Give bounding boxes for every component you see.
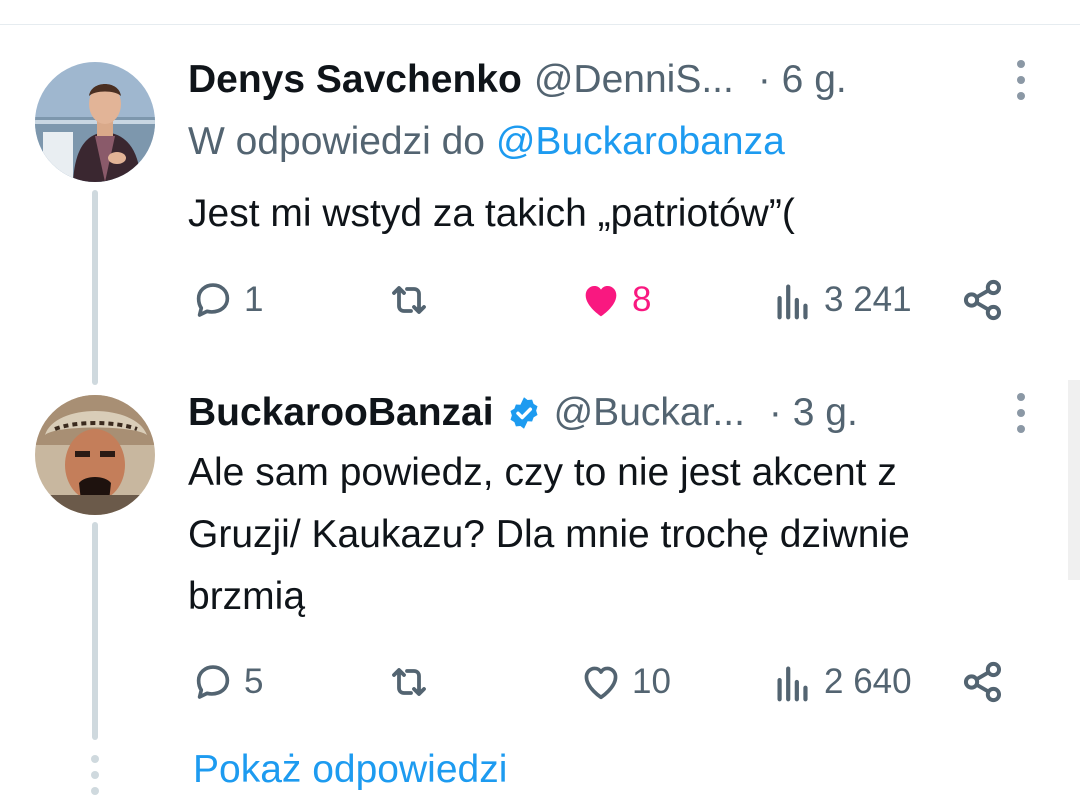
reply-context: W odpowiedzi do @Buckarobanza [188, 120, 785, 164]
share-button[interactable] [958, 657, 1008, 707]
avatar-photo-denys [35, 62, 155, 182]
avatar-photo-buckaroo [35, 395, 155, 515]
tweet-text: Ale sam powiedz, czy to nie jest akcent … [188, 442, 910, 628]
retweet-icon [392, 668, 426, 696]
reply-to-prefix: W odpowiedzi do [188, 120, 485, 163]
display-name[interactable]: BuckarooBanzai [188, 391, 494, 435]
retweet-button[interactable] [385, 275, 433, 325]
views-icon [777, 666, 808, 702]
like-button[interactable]: 10 [578, 657, 671, 707]
views-button[interactable]: 3 241 [770, 275, 912, 325]
more-options-icon[interactable] [1010, 393, 1032, 433]
reply-button[interactable]: 5 [190, 657, 263, 707]
thread-continuation-icon [90, 755, 100, 795]
reply-count: 5 [244, 662, 264, 701]
tweet-text: Jest mi wstyd za takich „patriotów”( [188, 192, 795, 235]
tweet-text-line: brzmią [188, 575, 306, 618]
timestamp[interactable]: · 6 g. [758, 58, 847, 102]
user-handle[interactable]: @Buckar... [554, 391, 745, 435]
user-handle[interactable]: @DenniS... [534, 58, 734, 102]
timestamp[interactable]: · 3 g. [769, 391, 858, 435]
top-divider [0, 24, 1080, 25]
share-icon [963, 279, 1002, 321]
tweet-header: Denys Savchenko @DenniS... · 6 g. [188, 55, 847, 105]
share-icon [963, 661, 1002, 703]
tweet-text-line: Ale sam powiedz, czy to nie jest akcent … [188, 451, 897, 494]
like-count: 10 [632, 662, 671, 701]
avatar[interactable] [35, 62, 155, 182]
heart-icon [584, 666, 618, 700]
reply-to-mention[interactable]: @Buckarobanza [496, 120, 785, 163]
share-button[interactable] [958, 275, 1008, 325]
more-options-icon[interactable] [1010, 60, 1032, 100]
scrollbar[interactable] [1068, 380, 1080, 580]
retweet-icon [392, 286, 426, 314]
reply-icon [196, 665, 230, 699]
show-replies-link[interactable]: Pokaż odpowiedzi [193, 748, 507, 792]
views-count: 2 640 [824, 662, 912, 701]
tweet-header: BuckarooBanzai @Buckar... · 3 g. [188, 388, 858, 438]
like-count: 8 [632, 280, 652, 319]
views-button[interactable]: 2 640 [770, 657, 912, 707]
reply-button[interactable]: 1 [190, 275, 263, 325]
like-button[interactable]: 8 [578, 275, 651, 325]
retweet-button[interactable] [385, 657, 433, 707]
verified-badge-icon[interactable] [506, 395, 542, 431]
tweet-text-line: Gruzji/ Kaukazu? Dla mnie trochę dziwnie [188, 513, 910, 556]
thread-line [92, 190, 98, 385]
reply-icon [196, 283, 230, 317]
thread-line [92, 522, 98, 740]
views-count: 3 241 [824, 280, 912, 319]
display-name[interactable]: Denys Savchenko [188, 58, 522, 102]
heart-filled-icon [585, 286, 617, 317]
views-icon [777, 284, 808, 320]
avatar[interactable] [35, 395, 155, 515]
reply-count: 1 [244, 280, 264, 319]
